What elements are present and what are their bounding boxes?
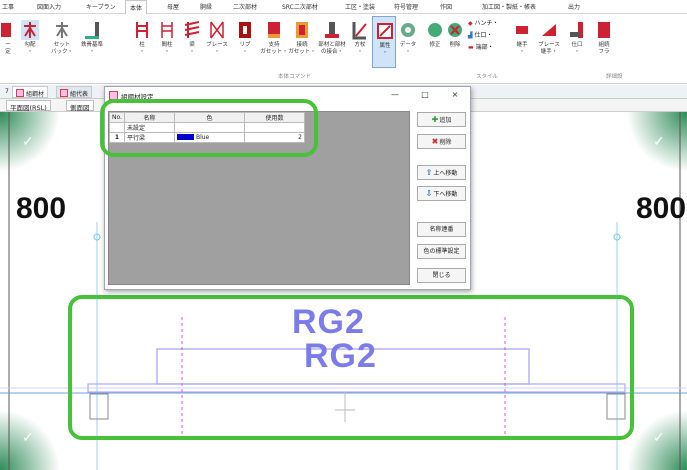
default-color-button[interactable]: 色の標準設定 bbox=[417, 244, 466, 259]
remove-button[interactable]: ✖削除 bbox=[417, 134, 466, 149]
assembly-icon bbox=[598, 22, 610, 38]
slope-icon bbox=[21, 20, 39, 40]
connection-icon bbox=[570, 22, 583, 38]
minimize-button[interactable]: — bbox=[385, 89, 405, 101]
ribbon-group-label: 本体コマンド bbox=[278, 74, 312, 80]
partial-icon bbox=[1, 23, 11, 37]
view-tab-plan[interactable]: 平面図(RSL) bbox=[6, 100, 51, 112]
ribbon-small-end[interactable]: ▬ 端部・ bbox=[468, 42, 494, 51]
joint-icon bbox=[516, 26, 528, 34]
delete-icon bbox=[448, 23, 462, 37]
check-icon: ✓ bbox=[653, 430, 665, 446]
close-icon[interactable]: × bbox=[445, 89, 465, 101]
menu-tab-secondary[interactable]: 二次部材 bbox=[233, 2, 257, 11]
arrow-up-icon: ⇧ bbox=[425, 168, 433, 177]
attribute-icon bbox=[377, 23, 393, 39]
ribbon-button[interactable]: 方杖 ・ bbox=[348, 16, 372, 68]
data-icon bbox=[401, 23, 415, 37]
ribbon-button[interactable]: 勾配 ・ bbox=[18, 16, 42, 68]
plus-icon: ✚ bbox=[431, 115, 439, 124]
ribbon-button[interactable]: 部材と部材 の接合・ bbox=[318, 16, 346, 68]
rename-sequence-button[interactable]: 名称連番 bbox=[417, 222, 466, 237]
ribbon-small-haunch[interactable]: ◆ ハンチ・ bbox=[468, 18, 499, 27]
ribbon-button-label: 組続 フラ bbox=[598, 42, 610, 55]
stud-icon bbox=[161, 22, 173, 38]
menu-tab-keyplan[interactable]: キープラン bbox=[86, 2, 116, 11]
menu-tab-construction[interactable]: 工事 bbox=[2, 2, 14, 11]
rib-icon bbox=[239, 22, 251, 38]
column-icon bbox=[136, 22, 148, 38]
ribbon-group-label: スタイル bbox=[476, 74, 499, 80]
ribbon-button-label: 勾配 ・ bbox=[24, 42, 36, 55]
doc-tab-assembly-rep[interactable]: 組代表 bbox=[56, 86, 93, 98]
end-icon: ▬ bbox=[468, 44, 474, 51]
check-icon: ✓ bbox=[22, 430, 34, 446]
menu-tab-src-secondary[interactable]: SRC二次部材 bbox=[282, 2, 318, 11]
brace-joint-icon bbox=[542, 24, 556, 36]
ribbon-button[interactable]: 組続 フラ bbox=[592, 16, 616, 68]
check-icon: ✓ bbox=[653, 134, 665, 150]
dimension-label-left: 800 bbox=[16, 192, 67, 225]
ribbon-group-label: 詳細設 bbox=[606, 74, 623, 80]
ribbon-button[interactable]: 削除 bbox=[443, 16, 467, 68]
assembly-rep-tab-icon bbox=[60, 89, 68, 97]
menu-bar: 工事 図面入力 キープラン 本体 母屋 胴縁 二次部材 SRC二次部材 工区・塗… bbox=[0, 0, 687, 15]
highlight-box-canvas bbox=[68, 295, 634, 440]
assembly-tab-icon bbox=[16, 89, 24, 97]
check-icon: ✓ bbox=[22, 134, 34, 150]
menu-tab-output[interactable]: 出力 bbox=[568, 2, 580, 11]
menu-tab-fabrication[interactable]: 加工図・製紙・帳表 bbox=[482, 2, 536, 11]
x-icon: ✖ bbox=[431, 137, 439, 146]
menu-tab-girt[interactable]: 胴縁 bbox=[200, 2, 212, 11]
ribbon-button[interactable]: 支持 ガセット・ bbox=[260, 16, 288, 68]
ribbon-button-label: 鉄骨基準 ・ bbox=[80, 42, 103, 55]
doc-tab-assembly[interactable]: 組鋼材 bbox=[12, 86, 49, 98]
arrow-down-icon: ⇩ bbox=[425, 189, 433, 198]
ribbon-button[interactable]: セット バック・ bbox=[50, 16, 74, 68]
menu-tab-mark[interactable]: 符号管理 bbox=[394, 2, 418, 11]
view-tab-side[interactable]: 側面図 bbox=[66, 100, 94, 112]
haunch-icon: ◆ bbox=[468, 20, 473, 27]
brace-icon bbox=[210, 21, 224, 39]
move-up-button[interactable]: ⇧上へ移動 bbox=[417, 165, 466, 180]
ribbon-button[interactable]: ブレース 継手・ bbox=[537, 16, 561, 68]
member-joint-icon bbox=[325, 22, 339, 38]
menu-tab-draw[interactable]: 作図 bbox=[440, 2, 452, 11]
connect-gusset-icon bbox=[296, 22, 308, 38]
steel-base-icon bbox=[85, 22, 99, 39]
modify-icon bbox=[428, 23, 442, 37]
connection-small-icon: ▟ bbox=[468, 32, 473, 39]
doc-tab-index[interactable]: 7 bbox=[2, 86, 12, 98]
maximize-button[interactable]: □ bbox=[415, 89, 435, 101]
assembly-member-settings-dialog: 組鋼材設定 — □ × No. 名称 色 使用数 未設定 1 平行梁 Blue … bbox=[100, 86, 471, 290]
menu-tab-purlin[interactable]: 母屋 bbox=[167, 2, 179, 11]
knee-brace-icon bbox=[352, 22, 367, 40]
menu-tab-main[interactable]: 本体 bbox=[125, 0, 148, 15]
support-gusset-icon bbox=[268, 22, 280, 38]
ribbon: ー 定 勾配 ・ セット バック・ 鉄骨基準 ・ 柱 ・ 間柱 ・ 梁 ・ ブレ… bbox=[0, 14, 687, 84]
move-down-button[interactable]: ⇩下へ移動 bbox=[417, 186, 466, 201]
ribbon-button[interactable]: リブ ・ bbox=[233, 16, 257, 68]
add-button[interactable]: ✚追加 bbox=[417, 112, 466, 127]
beam-icon bbox=[184, 21, 200, 38]
dimension-label-right: 800 bbox=[636, 192, 687, 225]
menu-tab-zone-paint[interactable]: 工区・塗装 bbox=[345, 2, 375, 11]
ribbon-small-connection[interactable]: ▟ 仕口・ bbox=[468, 30, 493, 39]
setback-icon bbox=[56, 22, 68, 38]
ribbon-button[interactable]: 接続 ガセット・ bbox=[288, 16, 316, 68]
ribbon-button[interactable]: 鉄骨基準 ・ bbox=[80, 16, 104, 68]
ribbon-button[interactable]: ブレース ・ bbox=[205, 16, 229, 68]
highlight-box-table bbox=[100, 99, 318, 157]
menu-tab-drawing-input[interactable]: 図面入力 bbox=[37, 2, 61, 11]
close-button[interactable]: 閉じる bbox=[417, 268, 466, 283]
